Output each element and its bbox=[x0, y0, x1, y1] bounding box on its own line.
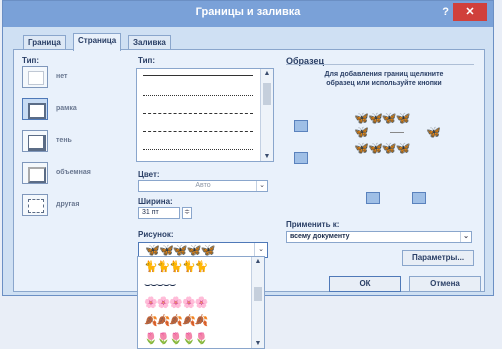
apply-to-value: всему документу bbox=[290, 233, 350, 240]
line-style-scrollbar[interactable]: ▲ ▼ bbox=[260, 69, 273, 161]
tab-shading[interactable]: Заливка bbox=[128, 35, 171, 50]
shadow-border-icon bbox=[28, 135, 46, 151]
scroll-down-icon[interactable]: ▼ bbox=[252, 340, 264, 347]
setting-shadow-button[interactable] bbox=[22, 130, 48, 152]
art-dropdown-list[interactable]: 🐈🐈🐈🐈🐈 ⌣⌣⌣⌣⌣ 🌸🌸🌸🌸🌸 🍂🍂🍂🍂🍂 🌷🌷🌷🌷🌷 ▲ ▼ bbox=[137, 256, 265, 349]
tab-page-border[interactable]: Страница bbox=[73, 33, 122, 51]
ok-button[interactable]: ОК bbox=[329, 276, 401, 292]
preview-art-left: 🦋 bbox=[354, 125, 369, 139]
scroll-thumb[interactable] bbox=[263, 83, 271, 105]
style-label: Тип: bbox=[138, 56, 155, 65]
line-style-solid[interactable] bbox=[143, 75, 253, 76]
color-select[interactable]: Авто ⌄ bbox=[138, 180, 268, 192]
cancel-button[interactable]: Отмена bbox=[409, 276, 481, 292]
color-value: Авто bbox=[195, 182, 211, 189]
apply-to-select[interactable]: всему документу ⌄ bbox=[286, 231, 472, 243]
scroll-up-icon[interactable]: ▲ bbox=[261, 70, 273, 77]
right-border-button[interactable] bbox=[412, 192, 426, 204]
bottom-border-button[interactable] bbox=[294, 152, 308, 164]
art-option[interactable]: 🌷🌷🌷🌷🌷 bbox=[144, 333, 208, 346]
chevron-down-icon[interactable]: ⌄ bbox=[460, 232, 471, 242]
preview-text-lines bbox=[390, 132, 404, 133]
tab-border[interactable]: Граница bbox=[23, 35, 66, 50]
chevron-down-icon[interactable]: ⌄ bbox=[254, 243, 267, 257]
preview-art-right: 🦋 bbox=[426, 125, 441, 139]
width-select[interactable]: 31 пт bbox=[138, 207, 180, 219]
preview-art-top: 🦋🦋🦋🦋 bbox=[354, 111, 411, 125]
setting-shadow-label: тень bbox=[56, 137, 72, 144]
preview-hint: Для добавления границ щелкните образец и… bbox=[324, 71, 444, 87]
line-style-list[interactable]: ▲ ▼ bbox=[136, 68, 274, 162]
art-option[interactable]: 🍂🍂🍂🍂🍂 bbox=[144, 315, 208, 328]
dialog-title: Границы и заливка bbox=[195, 6, 301, 18]
line-style-dotted[interactable] bbox=[143, 95, 253, 96]
setting-box-label: рамка bbox=[56, 105, 77, 112]
title-bar[interactable]: Границы и заливка ? ✕ bbox=[3, 1, 493, 27]
line-style-dashed[interactable] bbox=[143, 113, 253, 114]
art-selected-value: 🦋🦋🦋🦋🦋 bbox=[145, 243, 216, 257]
setting-3d-button[interactable] bbox=[22, 162, 48, 184]
setting-label: Тип: bbox=[22, 56, 39, 65]
scroll-up-icon[interactable]: ▲ bbox=[252, 258, 264, 265]
setting-none-button[interactable] bbox=[22, 66, 48, 88]
3d-border-icon bbox=[28, 167, 46, 183]
close-button[interactable]: ✕ bbox=[453, 3, 487, 21]
preview-divider bbox=[286, 64, 474, 65]
left-border-button[interactable] bbox=[366, 192, 380, 204]
setting-custom-label: другая bbox=[56, 201, 80, 208]
scroll-thumb[interactable] bbox=[254, 287, 262, 301]
art-list-scrollbar[interactable]: ▲ ▼ bbox=[251, 257, 264, 348]
preview-sample[interactable]: 🦋🦋🦋🦋 🦋 🦋 🦋🦋🦋🦋 bbox=[354, 112, 442, 166]
art-option[interactable]: 🐈🐈🐈🐈🐈 bbox=[144, 261, 208, 274]
options-button[interactable]: Параметры... bbox=[402, 250, 474, 266]
width-spin-icon[interactable]: ≑ bbox=[182, 207, 192, 219]
apply-to-label: Применить к: bbox=[286, 220, 340, 229]
width-label: Ширина: bbox=[138, 197, 173, 206]
line-style-dash-dot[interactable] bbox=[143, 149, 253, 150]
art-label: Рисунок: bbox=[138, 230, 174, 239]
help-button[interactable]: ? bbox=[442, 6, 449, 18]
box-border-icon bbox=[28, 103, 46, 119]
art-option[interactable]: ⌣⌣⌣⌣⌣ bbox=[144, 279, 176, 292]
setting-custom-button[interactable] bbox=[22, 194, 48, 216]
setting-box-button[interactable] bbox=[22, 98, 48, 120]
none-border-icon bbox=[28, 71, 44, 85]
scroll-down-icon[interactable]: ▼ bbox=[261, 153, 273, 160]
color-label: Цвет: bbox=[138, 170, 160, 179]
setting-3d-label: объемная bbox=[56, 169, 91, 176]
custom-border-icon bbox=[28, 199, 44, 213]
top-border-button[interactable] bbox=[294, 120, 308, 132]
borders-and-shading-dialog: Границы и заливка ? ✕ Граница Страница З… bbox=[2, 0, 494, 296]
width-value: 31 пт bbox=[142, 209, 159, 216]
setting-none-label: нет bbox=[56, 73, 68, 80]
preview-art-bottom: 🦋🦋🦋🦋 bbox=[354, 141, 411, 155]
chevron-down-icon[interactable]: ⌄ bbox=[256, 181, 267, 191]
art-option[interactable]: 🌸🌸🌸🌸🌸 bbox=[144, 297, 208, 310]
line-style-long-dash[interactable] bbox=[143, 131, 253, 132]
